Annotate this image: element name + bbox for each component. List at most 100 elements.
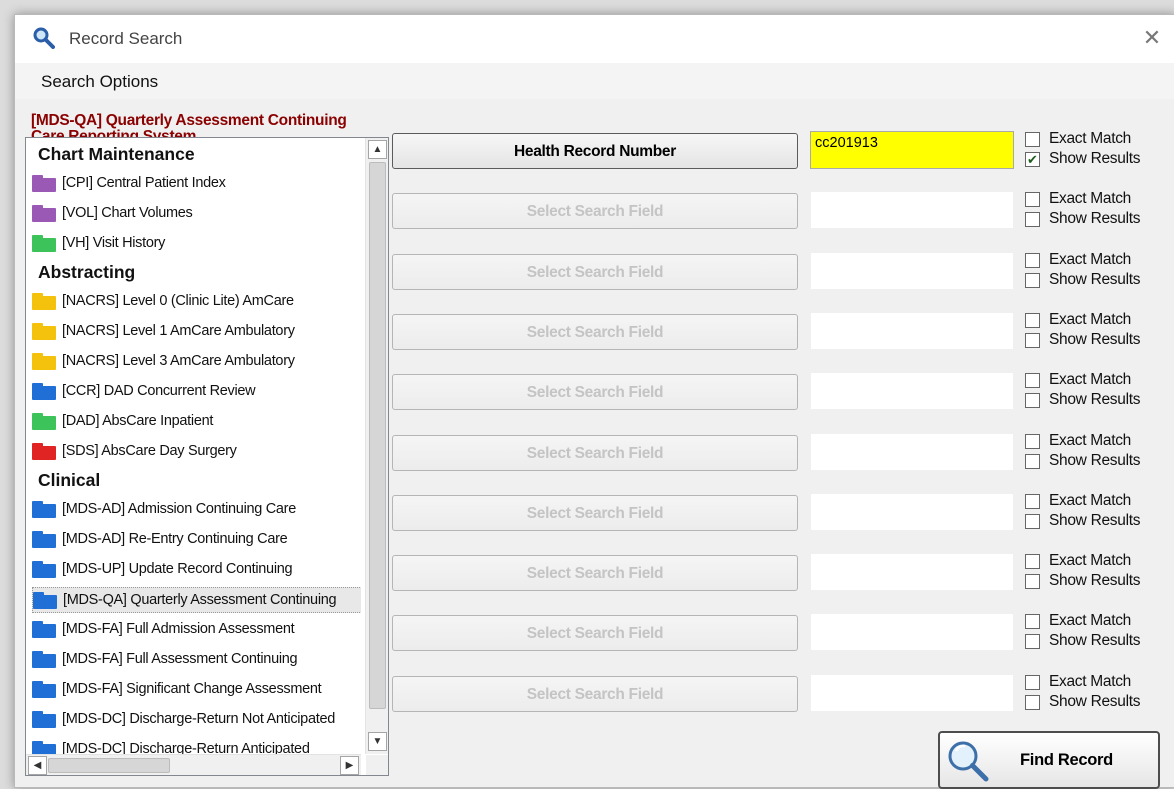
search-value-input[interactable]: cc201913 <box>810 131 1014 169</box>
folder-icon <box>32 205 56 222</box>
tree-item[interactable]: [NACRS] Level 0 (Clinic Lite) AmCare <box>32 289 361 315</box>
scroll-left-button[interactable]: ◀ <box>28 756 47 775</box>
search-field-button[interactable]: Select Search Field <box>392 254 798 290</box>
exact-match-checkbox[interactable] <box>1025 192 1040 207</box>
show-results-label: Show Results <box>1049 572 1141 589</box>
search-value-input[interactable] <box>810 613 1014 651</box>
search-field-button[interactable]: Select Search Field <box>392 314 798 350</box>
close-button[interactable]: ✕ <box>1129 15 1174 63</box>
search-value-input[interactable] <box>810 553 1014 591</box>
show-results-checkbox[interactable]: ✔ <box>1025 152 1040 167</box>
exact-match-checkbox[interactable] <box>1025 313 1040 328</box>
exact-match-option: Exact Match <box>1025 612 1165 632</box>
show-results-checkbox[interactable] <box>1025 393 1040 408</box>
tree-item[interactable]: [MDS-AD] Re-Entry Continuing Care <box>32 527 361 553</box>
tree-group-title: Clinical <box>38 470 101 490</box>
folder-icon <box>33 592 57 609</box>
search-value-input[interactable] <box>810 493 1014 531</box>
search-field-button[interactable]: Select Search Field <box>392 435 798 471</box>
scroll-right-button[interactable]: ▶ <box>340 756 359 775</box>
scroll-down-button[interactable]: ▼ <box>368 732 387 751</box>
tree-item-label: [MDS-AD] Admission Continuing Care <box>62 501 296 517</box>
exact-match-checkbox[interactable] <box>1025 494 1040 509</box>
exact-match-label: Exact Match <box>1049 371 1131 388</box>
search-field-button[interactable]: Select Search Field <box>392 676 798 712</box>
show-results-option: Show Results <box>1025 452 1165 472</box>
search-value-input[interactable] <box>810 312 1014 350</box>
search-field-button[interactable]: Select Search Field <box>392 555 798 591</box>
find-record-button[interactable]: Find Record <box>938 731 1160 789</box>
show-results-label: Show Results <box>1049 693 1141 710</box>
show-results-checkbox[interactable] <box>1025 695 1040 710</box>
show-results-checkbox[interactable] <box>1025 333 1040 348</box>
folder-icon <box>32 293 56 310</box>
record-type-tree[interactable]: Chart Maintenance [CPI] Central Patient I… <box>25 137 389 776</box>
tree-item[interactable]: [MDS-FA] Full Admission Assessment <box>32 617 361 643</box>
tree-item[interactable]: [CCR] DAD Concurrent Review <box>32 379 361 405</box>
exact-match-checkbox[interactable] <box>1025 554 1040 569</box>
show-results-checkbox[interactable] <box>1025 273 1040 288</box>
tree-item-label: [MDS-DC] Discharge-Return Not Anticipate… <box>62 711 335 727</box>
tree-item[interactable]: [MDS-FA] Significant Change Assessment <box>32 677 361 703</box>
exact-match-checkbox[interactable] <box>1025 253 1040 268</box>
show-results-checkbox[interactable] <box>1025 454 1040 469</box>
tree-item[interactable]: [MDS-QA] Quarterly Assessment Continuing <box>32 587 361 613</box>
vertical-scrollbar[interactable]: ▲ ▼ <box>365 138 388 754</box>
search-field-button[interactable]: Select Search Field <box>392 495 798 531</box>
exact-match-checkbox[interactable] <box>1025 614 1040 629</box>
show-results-checkbox[interactable] <box>1025 574 1040 589</box>
exact-match-label: Exact Match <box>1049 673 1131 690</box>
tree-item[interactable]: [MDS-UP] Update Record Continuing <box>32 557 361 583</box>
search-field-button[interactable]: Select Search Field <box>392 193 798 229</box>
folder-icon <box>32 681 56 698</box>
show-results-checkbox[interactable] <box>1025 514 1040 529</box>
show-results-label: Show Results <box>1049 632 1141 649</box>
horizontal-scroll-thumb[interactable] <box>48 758 170 773</box>
exact-match-option: Exact Match <box>1025 130 1165 150</box>
search-value-input[interactable] <box>810 372 1014 410</box>
tree-items: Chart Maintenance [CPI] Central Patient I… <box>26 138 361 754</box>
tree-item[interactable]: [MDS-AD] Admission Continuing Care <box>32 497 361 523</box>
exact-match-checkbox[interactable] <box>1025 132 1040 147</box>
tree-item[interactable]: [CPI] Central Patient Index <box>32 171 361 197</box>
tree-item[interactable]: [NACRS] Level 1 AmCare Ambulatory <box>32 319 361 345</box>
search-field-button[interactable]: Select Search Field <box>392 615 798 651</box>
exact-match-label: Exact Match <box>1049 251 1131 268</box>
tree-item-label: [VH] Visit History <box>62 235 166 251</box>
tree-item-label: [CPI] Central Patient Index <box>62 175 226 191</box>
tree-item[interactable]: [NACRS] Level 3 AmCare Ambulatory <box>32 349 361 375</box>
tree-item[interactable]: [MDS-DC] Discharge-Return Anticipated <box>32 737 361 754</box>
exact-match-checkbox[interactable] <box>1025 675 1040 690</box>
search-value-input[interactable] <box>810 433 1014 471</box>
tree-item[interactable]: [SDS] AbsCare Day Surgery <box>32 439 361 465</box>
tree-item[interactable]: [MDS-FA] Full Assessment Continuing <box>32 647 361 673</box>
tree-item-label: [MDS-FA] Full Admission Assessment <box>62 621 295 637</box>
folder-icon <box>32 443 56 460</box>
exact-match-checkbox[interactable] <box>1025 434 1040 449</box>
tree-item[interactable]: [DAD] AbsCare Inpatient <box>32 409 361 435</box>
search-value-input[interactable] <box>810 191 1014 229</box>
vertical-scroll-thumb[interactable] <box>369 162 386 709</box>
search-field-button[interactable]: Health Record Number <box>392 133 798 169</box>
menu-search-options[interactable]: Search Options <box>41 72 158 92</box>
search-value-input[interactable] <box>810 674 1014 712</box>
record-search-window: Record Search ✕ Search Options [MDS-QA] … <box>14 14 1174 789</box>
horizontal-scrollbar[interactable]: ◀ ▶ <box>26 754 361 775</box>
show-results-checkbox[interactable] <box>1025 634 1040 649</box>
folder-icon <box>32 531 56 548</box>
show-results-label: Show Results <box>1049 391 1141 408</box>
tree-item[interactable]: [VH] Visit History <box>32 231 361 257</box>
close-icon[interactable]: ✕ <box>1143 25 1161 50</box>
search-field-button[interactable]: Select Search Field <box>392 374 798 410</box>
folder-icon <box>32 561 56 578</box>
exact-match-label: Exact Match <box>1049 612 1131 629</box>
tree-item[interactable]: [MDS-DC] Discharge-Return Not Anticipate… <box>32 707 361 733</box>
folder-icon <box>32 323 56 340</box>
exact-match-checkbox[interactable] <box>1025 373 1040 388</box>
exact-match-option: Exact Match <box>1025 552 1165 572</box>
search-value-input[interactable] <box>810 252 1014 290</box>
tree-item[interactable]: [VOL] Chart Volumes <box>32 201 361 227</box>
exact-match-label: Exact Match <box>1049 432 1131 449</box>
show-results-checkbox[interactable] <box>1025 212 1040 227</box>
scroll-up-button[interactable]: ▲ <box>368 140 387 159</box>
